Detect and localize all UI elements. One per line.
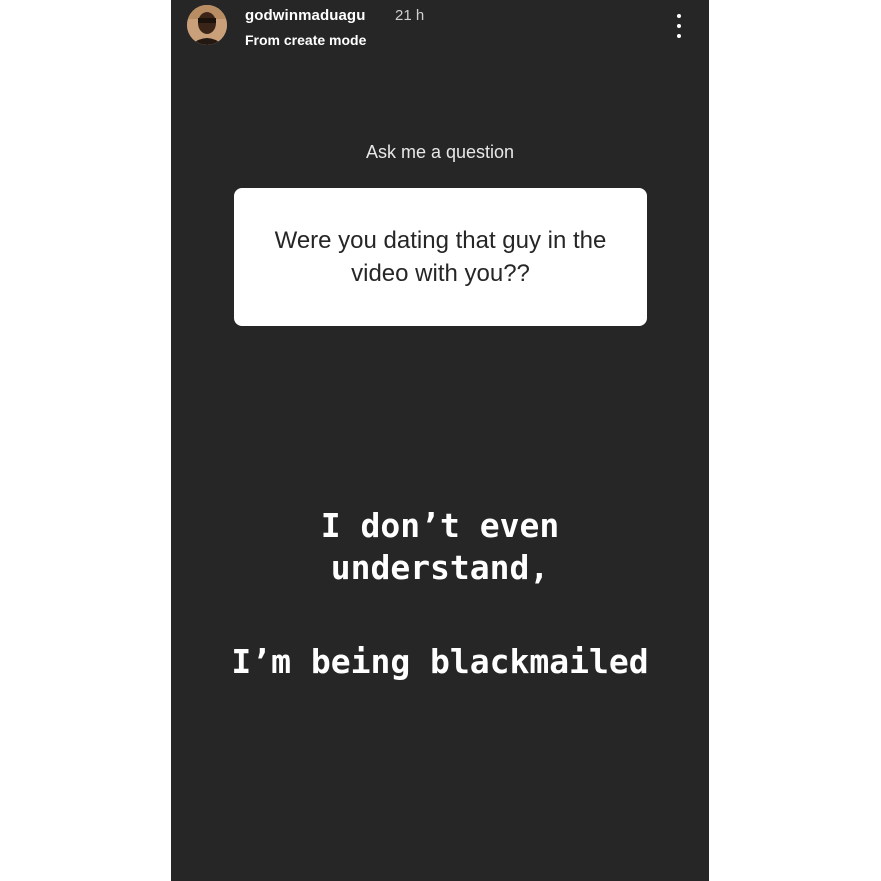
question-sticker-label: Ask me a question	[365, 142, 515, 162]
question-sticker-card: Were you dating that guy in the video wi…	[234, 188, 647, 326]
post-time: 21 h	[395, 7, 425, 24]
avatar-image	[187, 5, 227, 45]
avatar[interactable]	[187, 5, 227, 45]
more-dot	[677, 34, 681, 38]
question-text: Were you dating that guy in the video wi…	[274, 227, 607, 287]
story-subtitle: From create mode	[245, 32, 367, 48]
username[interactable]: godwinmaduagu	[245, 7, 365, 24]
more-dot	[677, 24, 681, 28]
story-header: godwinmaduagu 21 h From create mode	[171, 0, 709, 60]
more-vertical-icon[interactable]	[667, 12, 691, 40]
caption-line-1: I don’t even	[320, 506, 560, 545]
story-viewer[interactable]: godwinmaduagu 21 h From create mode Ask …	[171, 0, 709, 881]
caption-line-3: I’m being blackmailed	[231, 642, 649, 681]
caption-line-2: understand,	[330, 548, 550, 587]
more-dot	[677, 14, 681, 18]
